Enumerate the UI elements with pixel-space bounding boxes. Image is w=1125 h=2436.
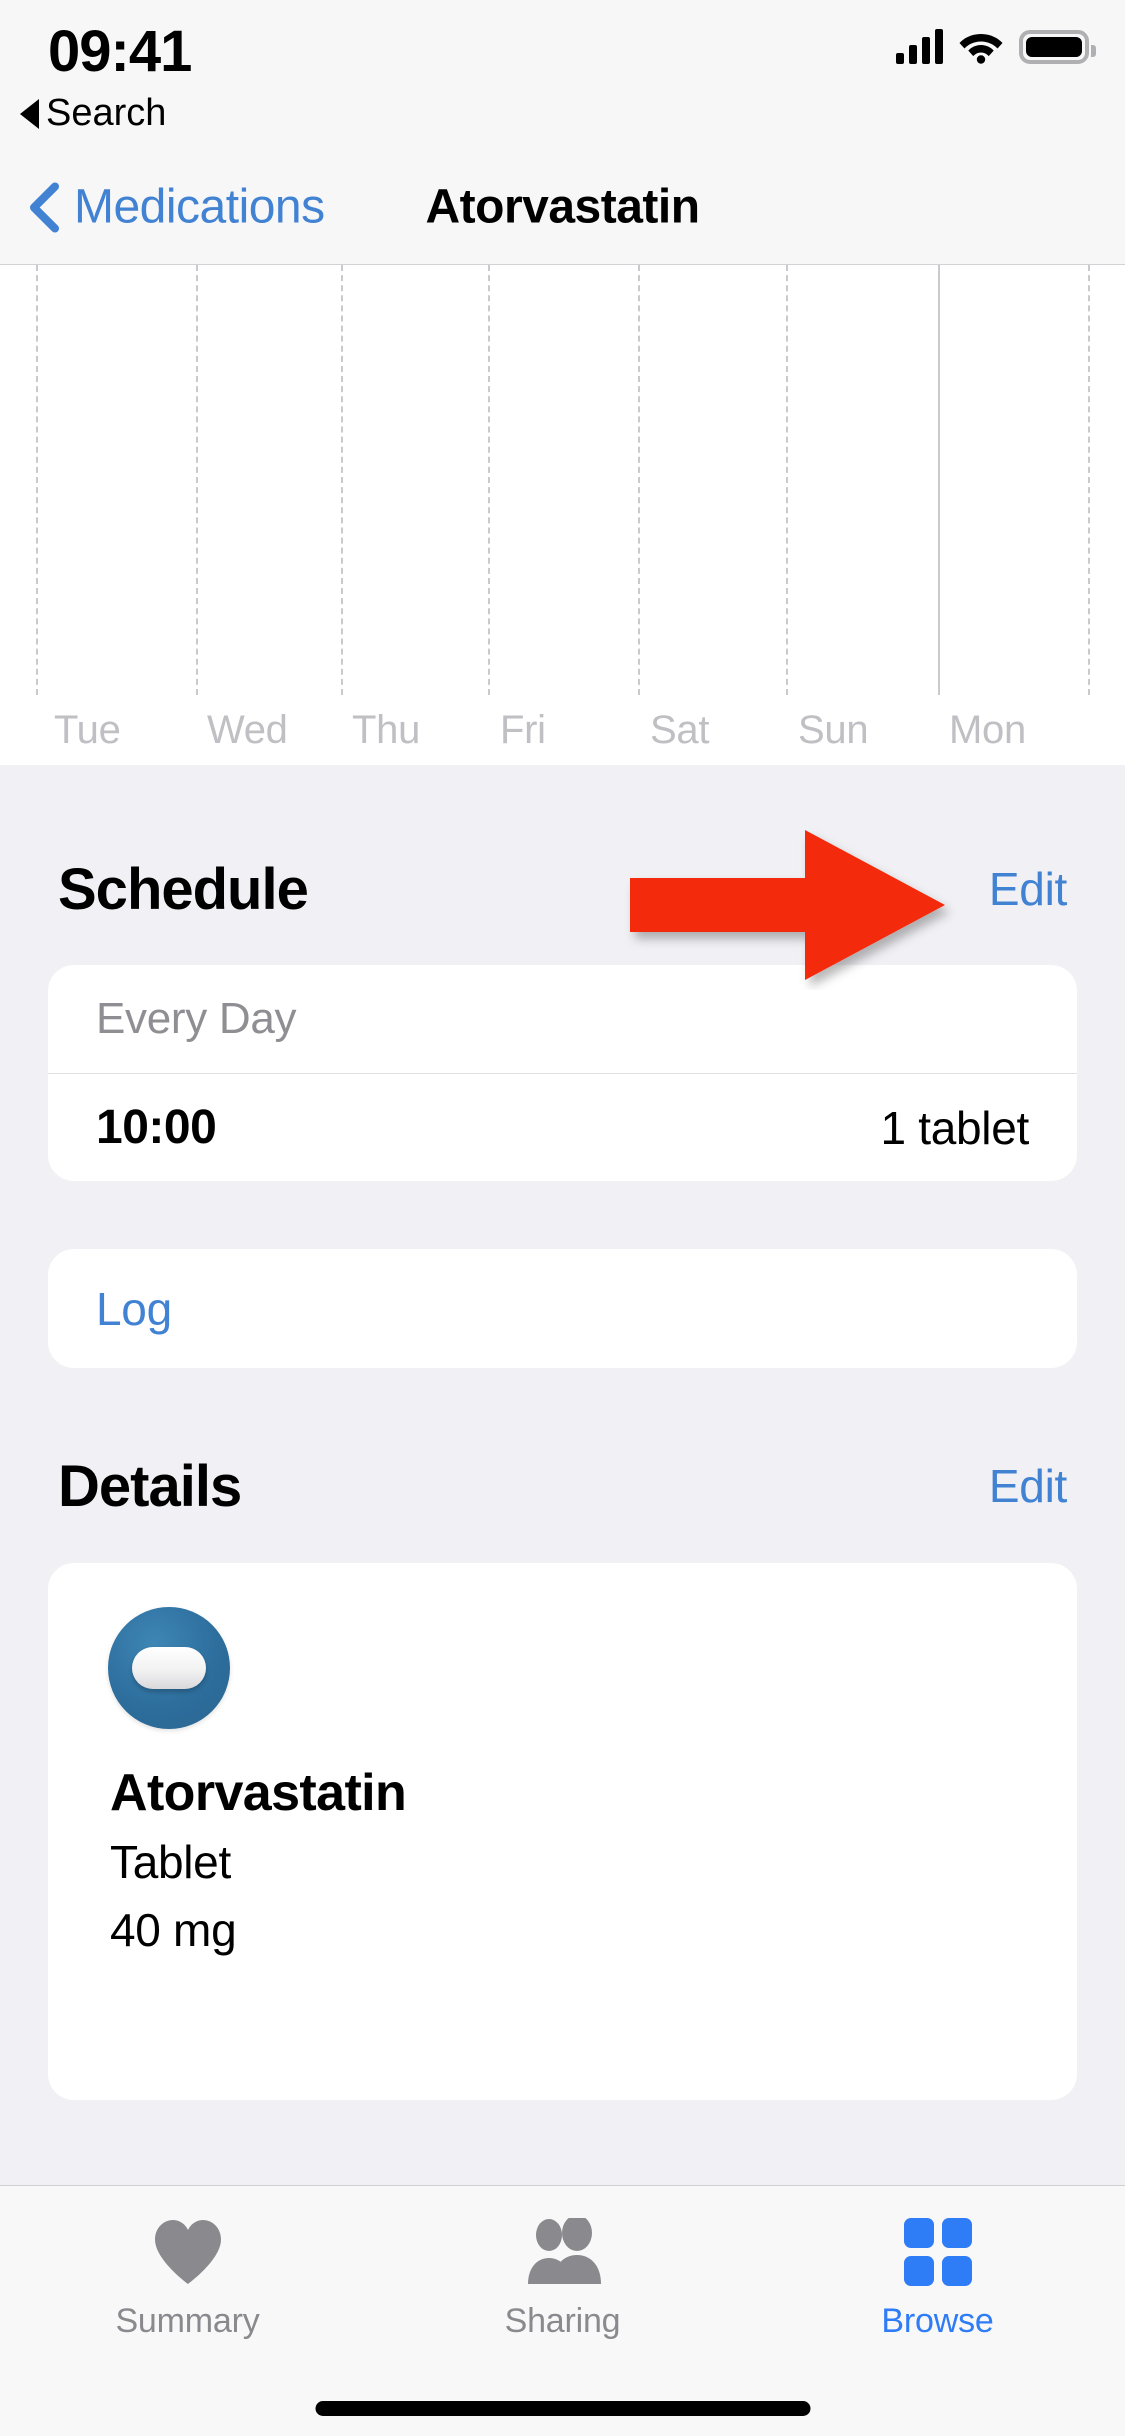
back-to-search-label: Search <box>46 92 167 134</box>
details-section-header: Details Edit <box>0 1442 1125 1530</box>
schedule-time-label: 10:00 <box>96 1101 217 1154</box>
log-row[interactable]: Log <box>48 1249 1077 1368</box>
details-card[interactable]: Atorvastatin Tablet 40 mg <box>48 1563 1077 2100</box>
heart-icon <box>151 2216 225 2288</box>
gridline <box>36 265 38 695</box>
status-bar: 09:41 Search <box>0 0 1125 150</box>
details-edit-button[interactable]: Edit <box>989 1459 1067 1513</box>
back-button-label: Medications <box>74 180 325 234</box>
medication-strength: 40 mg <box>110 1904 237 1956</box>
back-button-medications[interactable]: Medications <box>26 180 325 235</box>
tab-sharing-label: Sharing <box>504 2302 621 2340</box>
page-title: Atorvastatin <box>425 180 700 234</box>
cellular-signal-icon <box>896 28 943 64</box>
back-to-search-button[interactable]: Search <box>20 92 166 135</box>
pill-shape <box>132 1647 206 1689</box>
gridline <box>341 265 343 695</box>
gridline <box>638 265 640 695</box>
tab-bar: Summary Sharing Browse <box>0 2185 1125 2436</box>
dose-chart[interactable]: Tue Wed Thu Fri Sat Sun Mon <box>0 265 1125 765</box>
gridline <box>488 265 490 695</box>
medication-form: Tablet <box>110 1836 231 1888</box>
home-indicator[interactable] <box>315 2401 810 2416</box>
tab-sharing[interactable]: Sharing <box>375 2186 750 2341</box>
tab-browse-label: Browse <box>881 2302 994 2340</box>
wifi-icon <box>959 28 1003 64</box>
chart-x-axis: Tue Wed Thu Fri Sat Sun Mon <box>0 697 1125 753</box>
battery-icon <box>1019 30 1096 64</box>
schedule-frequency-label: Every Day <box>96 994 297 1043</box>
tab-summary[interactable]: Summary <box>0 2186 375 2341</box>
people-icon <box>520 2216 606 2288</box>
gridline <box>196 265 198 695</box>
chart-gridlines <box>0 265 1125 765</box>
gridline-today <box>938 265 940 695</box>
schedule-heading: Schedule <box>58 856 309 922</box>
status-bar-time: 09:41 <box>48 19 192 84</box>
schedule-frequency-row[interactable]: Every Day <box>48 965 1077 1073</box>
tab-browse[interactable]: Browse <box>750 2186 1125 2341</box>
x-tick-label: Wed <box>207 708 288 752</box>
x-tick-label: Sun <box>798 708 869 752</box>
grid-icon <box>903 2216 972 2288</box>
x-tick-label: Sat <box>650 708 710 752</box>
triangle-left-icon <box>20 98 39 129</box>
navigation-bar: Medications Atorvastatin <box>0 150 1125 265</box>
details-heading: Details <box>58 1453 242 1519</box>
schedule-section-header: Schedule Edit <box>0 845 1125 933</box>
schedule-card: Every Day 10:00 1 tablet <box>48 965 1077 1181</box>
chevron-left-icon <box>30 182 59 232</box>
gridline <box>1088 265 1090 695</box>
medication-name: Atorvastatin <box>110 1764 407 1822</box>
x-tick-label: Fri <box>500 708 546 752</box>
schedule-dose-label: 1 tablet <box>880 1101 1030 1154</box>
medication-pill-icon <box>108 1607 230 1729</box>
log-card[interactable]: Log <box>48 1249 1077 1368</box>
x-tick-label: Mon <box>949 708 1026 752</box>
schedule-edit-button[interactable]: Edit <box>989 862 1067 916</box>
status-bar-indicators <box>896 28 1096 64</box>
log-button-label: Log <box>96 1282 172 1335</box>
gridline <box>786 265 788 695</box>
x-tick-label: Tue <box>54 708 121 752</box>
medication-detail-screen: 09:41 Search Medications Atorvastatin Tu… <box>0 0 1125 2436</box>
tab-summary-label: Summary <box>115 2302 260 2340</box>
schedule-dose-row[interactable]: 10:00 1 tablet <box>48 1073 1077 1181</box>
x-tick-label: Thu <box>352 708 421 752</box>
